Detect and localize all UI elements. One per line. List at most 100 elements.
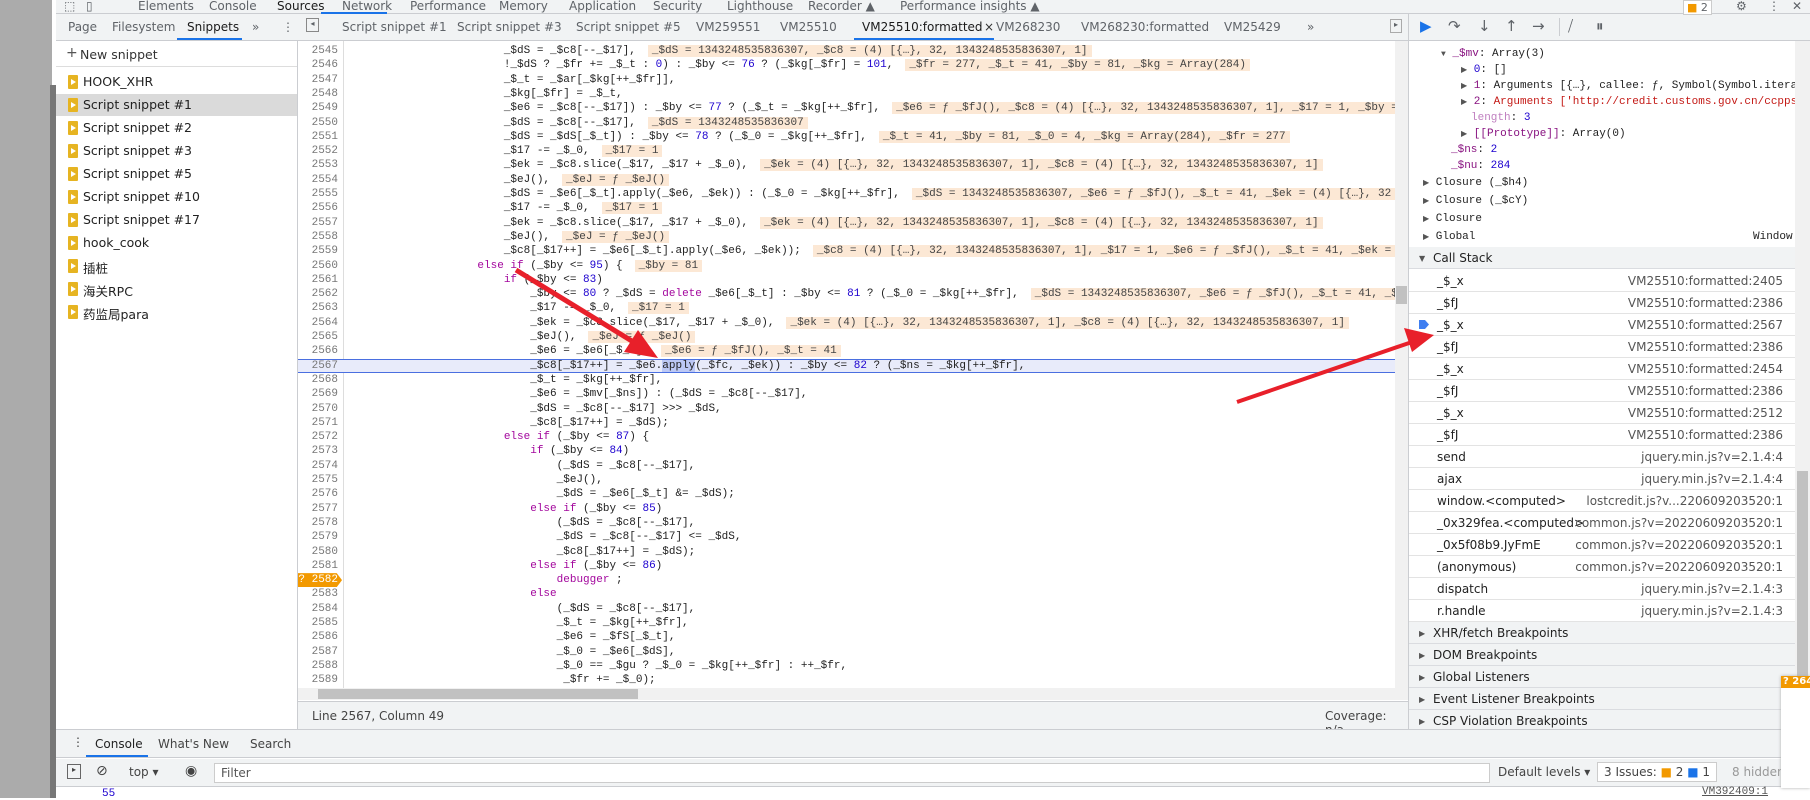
code-line[interactable]: 2545 _$dS = _$c8[--_$17], _$dS = 13432485… (298, 44, 1395, 58)
scope-variable[interactable]: length: 3 (1471, 112, 1530, 124)
console-filter-input[interactable]: Filter (214, 763, 1490, 783)
line-number[interactable]: 2550 (298, 116, 338, 130)
code-line[interactable]: 2588 _$_0 == _$gu ? _$_0 = _$kg[++_$fr] … (298, 659, 1395, 673)
scope-variable[interactable]: ▶ 0: [] (1461, 64, 1507, 76)
code-line[interactable]: 2583 else (298, 587, 1395, 601)
line-number[interactable]: 2577 (298, 502, 338, 516)
issues-badge[interactable]: ■ 2 (1683, 0, 1712, 15)
line-number[interactable]: 2568 (298, 373, 338, 387)
code-line[interactable]: ? 2582 debugger ; (298, 573, 1395, 588)
line-number[interactable]: 2587 (298, 645, 338, 659)
code-line[interactable]: 2555 _$dS = _$e6[_$_t].apply(_$e6, _$ek)… (298, 187, 1395, 201)
call-frame[interactable]: window.<computed> lostcredit.js?v...22060… (1409, 490, 1795, 512)
scope-section[interactable]: ▶ Global Window (1423, 231, 1793, 243)
deactivate-breakpoints-icon[interactable]: ⧸ (1568, 17, 1573, 35)
editor-tabs-more-icon[interactable]: » (1307, 20, 1314, 34)
line-number[interactable]: 2581 (298, 559, 338, 573)
tab-performance[interactable]: Performance (410, 0, 486, 13)
code-line[interactable]: 2576 _$dS = _$e6[_$_t] &= _$dS); (298, 487, 1395, 501)
line-number[interactable]: 2555 (298, 187, 338, 201)
breakpoint-marker[interactable]: ? 2582 (298, 573, 342, 588)
tab-security[interactable]: Security (653, 0, 702, 13)
line-number[interactable]: 2579 (298, 530, 338, 544)
tab-console[interactable]: Console (209, 0, 257, 13)
frame-location[interactable]: VM25510:formatted:2386 (1628, 384, 1783, 398)
frame-location[interactable]: VM25510:formatted:2386 (1628, 340, 1783, 354)
editor-tab[interactable]: VM268230:formatted (1081, 20, 1209, 34)
frame-location[interactable]: common.js?v=20220609203520:1 (1575, 560, 1783, 574)
line-number[interactable]: 2572 (298, 430, 338, 444)
code-line[interactable]: 2564 _$ek = _$c8.slice(_$17, _$17 + _$_0… (298, 316, 1395, 330)
resume-icon[interactable]: ▶ (1420, 17, 1432, 35)
line-number[interactable]: 2556 (298, 201, 338, 215)
call-frame[interactable]: _$fJ VM25510:formatted:2386 (1409, 424, 1795, 446)
context-selector[interactable]: top ▾ (129, 765, 159, 779)
line-number[interactable]: 2580 (298, 545, 338, 559)
line-number[interactable]: 2558 (298, 230, 338, 244)
new-snippet-button[interactable]: + New snippet (56, 41, 297, 67)
code-line[interactable]: 2546 !_$dS ? _$fr += _$_t : 0) : _$by <=… (298, 58, 1395, 72)
line-number[interactable]: 2545 (298, 44, 338, 58)
code-editor[interactable]: 2545 _$dS = _$c8[--_$17], _$dS = 13432485… (298, 41, 1395, 688)
toggle-navigator-icon[interactable]: ◂ (306, 18, 319, 32)
code-line[interactable]: 2547 _$_t = _$ar[_$kg[++_$fr]], (298, 73, 1395, 87)
line-number[interactable]: 2551 (298, 130, 338, 144)
frame-location[interactable]: jquery.min.js?v=2.1.4:3 (1641, 582, 1783, 596)
step-over-icon[interactable]: ↷ (1448, 17, 1461, 35)
code-line[interactable]: 2585 _$_t = _$kg[++_$fr], (298, 616, 1395, 630)
call-frame[interactable]: (anonymous) common.js?v=20220609203520:1 (1409, 556, 1795, 578)
snippet-item[interactable]: Script snippet #17 (56, 209, 297, 231)
code-line[interactable]: 2573 if (_$by <= 84) (298, 444, 1395, 458)
nav-menu-icon[interactable]: ⋮ (282, 20, 294, 34)
frame-location[interactable]: jquery.min.js?v=2.1.4:3 (1641, 604, 1783, 618)
console-output-source-link[interactable]: VM392409:1 (1702, 786, 1768, 798)
editor-tab[interactable]: VM259551 (696, 20, 760, 34)
code-line[interactable]: 2558 _$eJ(), _$eJ = ƒ _$eJ() (298, 230, 1395, 244)
scope-variable[interactable]: ▶ 1: Arguments [{…}, callee: ƒ, Symbol(S… (1461, 80, 1795, 92)
drawer-tab-whats-new[interactable]: What's New (158, 737, 229, 751)
frame-location[interactable]: common.js?v=20220609203520:1 (1575, 538, 1783, 552)
call-frame[interactable]: _0x5f08b9.JyFmE common.js?v=2022060920352… (1409, 534, 1795, 556)
code-line[interactable]: 2587 _$_0 = _$e6[_$dS], (298, 645, 1395, 659)
breakpoint-section-header[interactable]: ▶ Global Listeners (1409, 666, 1795, 688)
line-number[interactable]: 2570 (298, 402, 338, 416)
call-frame-current[interactable]: _$_x VM25510:formatted:2567 (1409, 314, 1795, 336)
editor-scroll-thumb[interactable] (1396, 286, 1407, 304)
code-line[interactable]: 2551 _$dS = _$dS[_$_t]) : _$by <= 78 ? (… (298, 130, 1395, 144)
tab-sources[interactable]: Sources (277, 0, 324, 13)
line-number[interactable]: 2552 (298, 144, 338, 158)
line-number[interactable]: 2562 (298, 287, 338, 301)
code-line[interactable]: 2566 _$e6 = _$e6[_$_t], _$e6 = ƒ _$fJ(), … (298, 344, 1395, 358)
line-number[interactable]: 2574 (298, 459, 338, 473)
snippet-item[interactable]: Script snippet #1 (56, 94, 297, 116)
inspect-element-icon[interactable]: ⬚ (64, 0, 75, 13)
scope-variable[interactable]: ▶ 2: Arguments ['http://credit.customs.g… (1461, 96, 1795, 108)
drawer-menu-icon[interactable]: ⋮ (72, 735, 84, 749)
line-number[interactable]: 2573 (298, 444, 338, 458)
code-line[interactable]: 2561 if (_$by <= 83) (298, 273, 1395, 287)
line-number[interactable]: 2566 (298, 344, 338, 358)
breakpoint-section-header[interactable]: ▶ Event Listener Breakpoints (1409, 688, 1795, 710)
code-line[interactable]: 2559 _$c8[_$17++] = _$e6[_$_t].apply(_$e… (298, 244, 1395, 258)
line-number[interactable]: 2571 (298, 416, 338, 430)
line-number[interactable]: 2547 (298, 73, 338, 87)
nav-tab-filesystem[interactable]: Filesystem (112, 20, 175, 34)
code-line[interactable]: 2552 _$17 -= _$_0, _$17 = 1 (298, 144, 1395, 158)
step-icon[interactable]: → (1532, 17, 1545, 35)
code-line[interactable]: 2562 _$by <= 80 ? _$dS = delete _$e6[_$_… (298, 287, 1395, 301)
code-line[interactable]: 2571 _$c8[_$17++] = _$dS); (298, 416, 1395, 430)
editor-vertical-scrollbar[interactable] (1395, 41, 1408, 688)
line-number[interactable]: 2588 (298, 659, 338, 673)
editor-tab[interactable]: Script snippet #3 (457, 20, 562, 34)
call-frame[interactable]: _$_x VM25510:formatted:2512 (1409, 402, 1795, 424)
frame-location[interactable]: VM25510:formatted:2512 (1628, 406, 1783, 420)
tab-memory[interactable]: Memory (499, 0, 548, 13)
show-sidebar-icon[interactable]: ▸ (67, 764, 81, 779)
frame-location[interactable]: lostcredit.js?v...220609203520:1 (1586, 494, 1783, 508)
line-number[interactable]: 2548 (298, 87, 338, 101)
nav-more-chevron-icon[interactable]: » (252, 20, 259, 34)
snippet-item[interactable]: Script snippet #5 (56, 163, 297, 185)
code-line[interactable]: 2579 _$dS = _$c8[--_$17] <= _$dS, (298, 530, 1395, 544)
line-number[interactable]: 2575 (298, 473, 338, 487)
tab-elements[interactable]: Elements (138, 0, 194, 13)
